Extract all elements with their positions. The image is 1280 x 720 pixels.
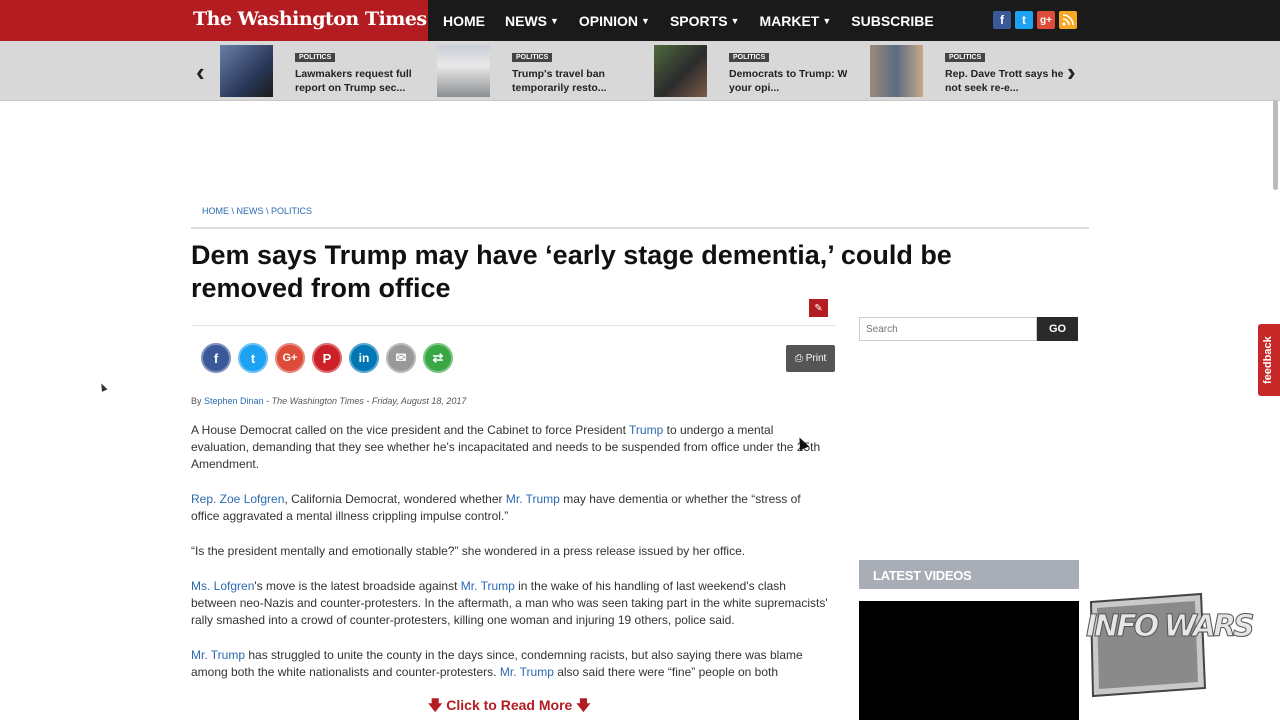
- caret-down-icon: ▼: [822, 15, 832, 26]
- article-paragraph: A House Democrat called on the vice pres…: [191, 423, 821, 471]
- video-player[interactable]: [859, 601, 1079, 720]
- google-plus-share-icon[interactable]: G+: [275, 343, 305, 373]
- rss-icon[interactable]: [1059, 11, 1077, 29]
- search-go-button[interactable]: GO: [1037, 317, 1078, 341]
- watermark-text: INFO WARS: [1086, 609, 1256, 644]
- article-paragraph: Mr. Trump has struggled to unite the cou…: [191, 648, 803, 679]
- category-tag: POLITICS: [729, 53, 770, 62]
- carousel-thumbnail: [870, 45, 923, 97]
- article-paragraph: “Is the president mentally and emotional…: [191, 544, 746, 558]
- arrow-down-icon: 🡇: [428, 697, 443, 713]
- twitter-share-icon[interactable]: t: [238, 343, 268, 373]
- print-button[interactable]: ⎙ Print: [786, 345, 835, 372]
- nav-home[interactable]: HOME: [443, 13, 485, 29]
- nav-subscribe[interactable]: SUBSCRIBE: [851, 13, 933, 29]
- trump-link[interactable]: Mr. Trump: [191, 648, 245, 662]
- category-tag: POLITICS: [945, 53, 986, 62]
- nav-sports[interactable]: SPORTS ▼: [670, 13, 740, 29]
- lofgren-link[interactable]: Rep. Zoe Lofgren: [191, 492, 284, 506]
- facebook-share-icon[interactable]: f: [201, 343, 231, 373]
- nav-opinion[interactable]: OPINION ▼: [579, 13, 650, 29]
- facebook-icon[interactable]: f: [993, 11, 1011, 29]
- carousel-item-title: Democrats to Trump: Where'syour opi...: [729, 68, 847, 94]
- breadcrumb-divider: [191, 227, 1089, 229]
- carousel-item-title: Trump's travel ban temporarily resto...: [512, 68, 607, 94]
- caret-down-icon: ▼: [641, 15, 650, 26]
- nav-market[interactable]: MARKET ▼: [759, 13, 831, 29]
- category-tag: POLITICS: [512, 53, 553, 62]
- trump-link[interactable]: Mr. Trump: [506, 492, 560, 506]
- arrow-down-icon: 🡇: [576, 697, 591, 713]
- carousel-thumbnail: [437, 45, 490, 97]
- carousel-item-title: Lawmakers request full report on Trump se…: [295, 68, 412, 94]
- article-paragraph: Rep. Zoe Lofgren, California Democrat, w…: [191, 492, 801, 523]
- top-navigation-bar: The Washington Times HOME NEWS ▼ OPINION ▼…: [0, 0, 1280, 41]
- article-body: A House Democrat called on the vice pres…: [191, 422, 831, 699]
- logo-block: The Washington Times: [0, 0, 428, 41]
- carousel-thumbnail: [654, 45, 707, 97]
- lofgren-link[interactable]: Ms. Lofgren: [191, 579, 254, 593]
- google-plus-icon[interactable]: g+: [1037, 11, 1055, 29]
- email-share-icon[interactable]: ✉: [386, 343, 416, 373]
- site-logo[interactable]: The Washington Times: [193, 8, 427, 30]
- caret-down-icon: ▼: [730, 15, 740, 26]
- trump-link[interactable]: Trump: [629, 423, 663, 437]
- carousel-item-title: Rep. Dave Trott says he w not seek re-e..…: [945, 68, 1063, 94]
- latest-videos-header: LATEST VIDEOS: [859, 560, 1079, 589]
- page-scrollbar[interactable]: [1273, 100, 1278, 190]
- breadcrumb[interactable]: HOME \ NEWS \ POLITICS: [202, 206, 312, 216]
- feedback-tab[interactable]: feedback: [1258, 324, 1280, 396]
- print-icon: ⎙: [794, 353, 803, 364]
- carousel-thumbnail: [220, 45, 273, 97]
- headline-carousel: ‹ POLITICS Lawmakers request full report …: [0, 41, 1280, 101]
- caret-down-icon: ▼: [550, 15, 559, 26]
- carousel-next-arrow-icon[interactable]: ›: [1067, 57, 1076, 88]
- article-byline: By Stephen Dinan - The Washington Times …: [191, 396, 467, 406]
- article-paragraph: Ms. Lofgren's move is the latest broadsi…: [191, 579, 828, 627]
- comments-icon[interactable]: ✎: [809, 299, 828, 317]
- category-tag: POLITICS: [295, 53, 336, 62]
- read-more-button[interactable]: 🡇 Click to Read More 🡇: [428, 695, 591, 719]
- article-headline: Dem says Trump may have ‘early stage dem…: [191, 240, 952, 303]
- twitter-icon[interactable]: t: [1015, 11, 1033, 29]
- more-share-icon[interactable]: ⇄: [423, 343, 453, 373]
- trump-link[interactable]: Mr. Trump: [500, 665, 554, 679]
- author-link[interactable]: Stephen Dinan: [204, 396, 264, 406]
- pinterest-share-icon[interactable]: P: [312, 343, 342, 373]
- social-links: f t g+: [993, 11, 1077, 29]
- carousel-prev-arrow-icon[interactable]: ‹: [196, 57, 205, 88]
- mouse-cursor-icon: [98, 382, 108, 392]
- nav-news[interactable]: NEWS ▼: [505, 13, 559, 29]
- share-bar: f t G+ P in ✉ ⇄: [201, 343, 453, 373]
- main-nav: HOME NEWS ▼ OPINION ▼ SPORTS ▼ MARKET ▼ SUBS…: [443, 0, 954, 41]
- trump-link[interactable]: Mr. Trump: [461, 579, 515, 593]
- linkedin-share-icon[interactable]: in: [349, 343, 379, 373]
- headline-divider: [191, 325, 836, 326]
- search-input[interactable]: [859, 317, 1037, 341]
